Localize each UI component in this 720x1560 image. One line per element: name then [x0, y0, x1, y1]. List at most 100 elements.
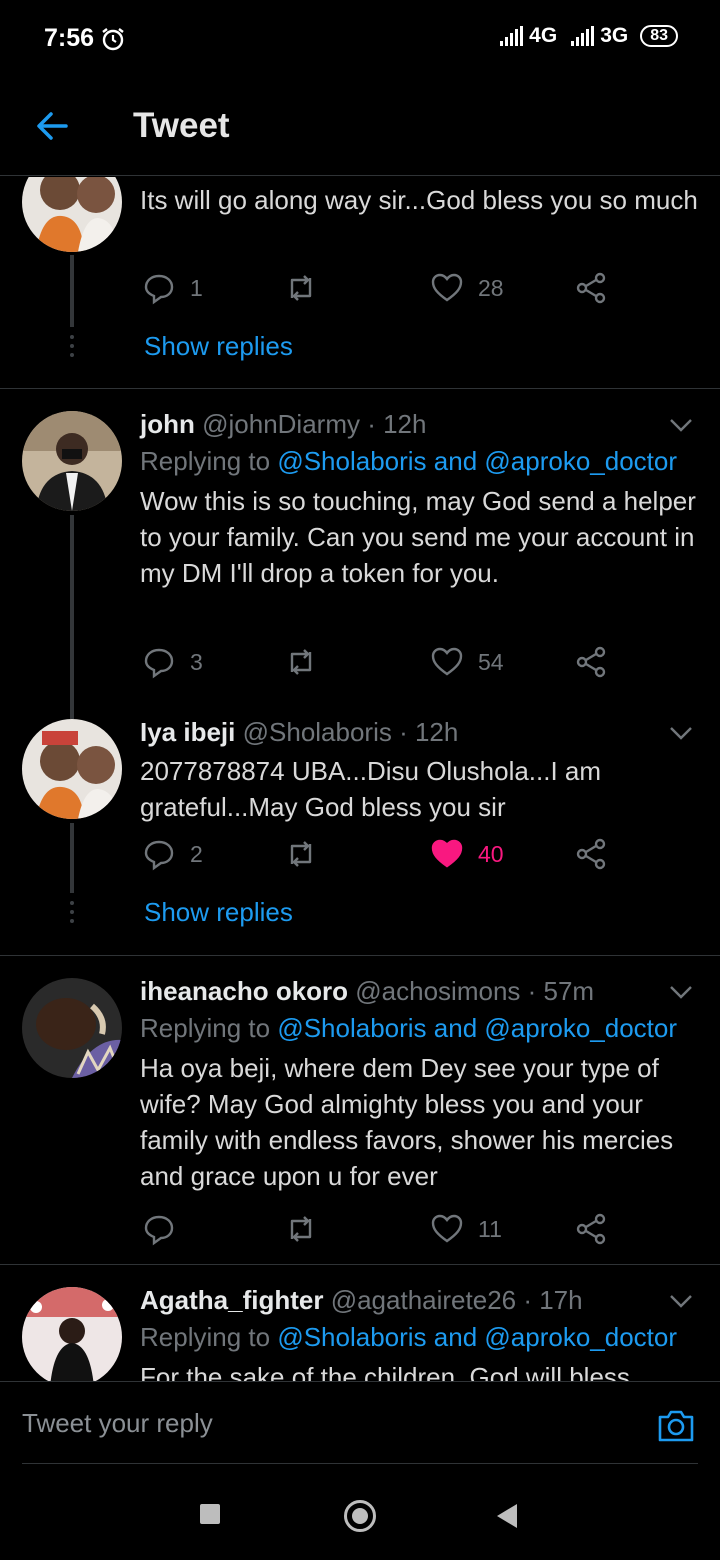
top-app-bar: Tweet	[0, 80, 720, 176]
thread-line	[70, 823, 74, 893]
chevron-down-icon[interactable]	[668, 417, 694, 433]
tweet-text: Ha oya beji, where dem Dey see your type…	[140, 1053, 674, 1191]
tweet-actions: 2 40	[140, 837, 620, 873]
reply-input[interactable]	[22, 1400, 622, 1446]
status-bar: 7:56 4G 3G 83	[0, 0, 720, 80]
battery-indicator: 83	[640, 25, 678, 47]
replying-to-prefix: Replying to	[140, 1013, 278, 1043]
avatar[interactable]	[22, 719, 122, 819]
recents-button[interactable]	[200, 1504, 220, 1524]
tweet-actions: 3 54	[140, 645, 620, 681]
mention-links[interactable]: @Sholaboris and @aproko_doctor	[277, 1322, 677, 1352]
handle-time: @johnDiarmy · 12h	[202, 409, 427, 439]
heart-icon	[431, 647, 463, 676]
display-name[interactable]: Agatha_fighter	[140, 1285, 323, 1315]
back-arrow-icon[interactable]	[32, 106, 72, 146]
mention-links[interactable]: @Sholaboris and @aproko_doctor	[277, 1013, 677, 1043]
tweet-agatha-fighter[interactable]: Agatha_fighter @agathairete26 · 17h Repl…	[0, 1265, 720, 1381]
reply-feed: Its will go along way sir...God bless yo…	[0, 177, 720, 1381]
tweet-actions: 11	[140, 1212, 620, 1248]
replying-to-prefix: Replying to	[140, 1322, 278, 1352]
status-right: 4G 3G 83	[500, 24, 678, 48]
show-replies-link[interactable]: Show replies	[144, 331, 293, 362]
handle-time: @agathairete26 · 17h	[330, 1285, 583, 1315]
tweet-iya-ibeji[interactable]: Iya ibeji @Sholaboris · 12h 2077878874 U…	[0, 689, 720, 955]
display-name[interactable]: john	[140, 409, 195, 439]
show-replies-link[interactable]: Show replies	[144, 897, 293, 928]
tweet-text: Its will go along way sir...God bless yo…	[140, 185, 698, 215]
like-count: 11	[478, 1215, 502, 1242]
reply-count: 3	[190, 648, 203, 675]
avatar[interactable]	[22, 978, 122, 1078]
reply-button[interactable]: 1	[142, 271, 203, 305]
retweet-icon	[290, 1216, 312, 1242]
like-button[interactable]: 28	[430, 271, 504, 305]
reply-button[interactable]: 3	[142, 645, 203, 679]
retweet-icon	[290, 275, 312, 301]
share-button[interactable]	[574, 837, 608, 871]
tweet-text: 2077878874 UBA...Disu Olushola...I am gr…	[140, 756, 602, 822]
like-button-liked[interactable]: 40	[430, 837, 504, 871]
tweet-text: Wow this is so touching, may God send a …	[140, 486, 696, 588]
avatar[interactable]	[22, 411, 122, 511]
back-button[interactable]	[497, 1504, 517, 1528]
like-count: 54	[478, 648, 504, 675]
like-button[interactable]: 54	[430, 645, 504, 679]
page-title: Tweet	[133, 106, 230, 145]
heart-icon	[431, 1214, 463, 1243]
like-count: 28	[478, 274, 504, 301]
thread-line	[70, 515, 74, 689]
network-type-2: 3G	[600, 24, 629, 47]
reply-icon	[144, 648, 174, 679]
retweet-button[interactable]	[284, 1212, 332, 1246]
camera-icon[interactable]	[656, 1408, 696, 1444]
chevron-down-icon[interactable]	[668, 984, 694, 1000]
display-name[interactable]: iheanacho okoro	[140, 976, 348, 1006]
share-button[interactable]	[574, 645, 608, 679]
heart-filled-icon	[431, 839, 463, 868]
avatar[interactable]	[22, 177, 122, 252]
display-name[interactable]: Iya ibeji	[140, 717, 235, 747]
share-icon	[576, 838, 606, 870]
share-icon	[576, 1213, 606, 1245]
share-button[interactable]	[574, 271, 608, 305]
reply-icon	[144, 1215, 174, 1246]
signal-icon	[500, 26, 524, 46]
tweet-iheanacho-okoro[interactable]: iheanacho okoro @achosimons · 57m Replyi…	[0, 956, 720, 1264]
tweet-header: Agatha_fighter @agathairete26 · 17h	[140, 1285, 583, 1316]
handle-time: @achosimons · 57m	[355, 976, 595, 1006]
alarm-icon	[102, 28, 124, 51]
tweet-header: Iya ibeji @Sholaboris · 12h	[140, 717, 458, 748]
retweet-button[interactable]	[284, 837, 332, 871]
handle-time: @Sholaboris · 12h	[242, 717, 459, 747]
share-button[interactable]	[574, 1212, 608, 1246]
home-button[interactable]	[344, 1500, 376, 1532]
reply-count: 1	[190, 274, 203, 301]
retweet-icon	[290, 841, 312, 867]
tweet-actions: 1 28	[140, 271, 620, 307]
replying-to: Replying to @Sholaboris and @aproko_doct…	[140, 1013, 677, 1044]
thread-dots	[69, 335, 75, 362]
chevron-down-icon[interactable]	[668, 725, 694, 741]
tweet-0[interactable]: Its will go along way sir...God bless yo…	[0, 177, 720, 388]
reply-button[interactable]	[142, 1212, 190, 1246]
heart-icon	[431, 273, 463, 302]
reply-button[interactable]: 2	[142, 837, 203, 871]
like-button[interactable]: 11	[430, 1212, 502, 1246]
retweet-button[interactable]	[284, 271, 332, 305]
thread-line	[70, 255, 74, 327]
reply-icon	[144, 274, 174, 305]
replying-to: Replying to @Sholaboris and @aproko_doct…	[140, 1322, 677, 1353]
tweet-header: john @johnDiarmy · 12h	[140, 409, 426, 440]
retweet-button[interactable]	[284, 645, 332, 679]
thread-line	[70, 689, 74, 719]
like-count: 40	[478, 840, 504, 867]
system-nav-bar	[0, 1466, 720, 1560]
avatar[interactable]	[22, 1287, 122, 1381]
chevron-down-icon[interactable]	[668, 1293, 694, 1309]
share-icon	[576, 272, 606, 304]
reply-bar	[0, 1381, 720, 1465]
tweet-john[interactable]: john @johnDiarmy · 12h Replying to @Shol…	[0, 389, 720, 689]
replying-to: Replying to @Sholaboris and @aproko_doct…	[140, 446, 677, 477]
mention-links[interactable]: @Sholaboris and @aproko_doctor	[277, 446, 677, 476]
